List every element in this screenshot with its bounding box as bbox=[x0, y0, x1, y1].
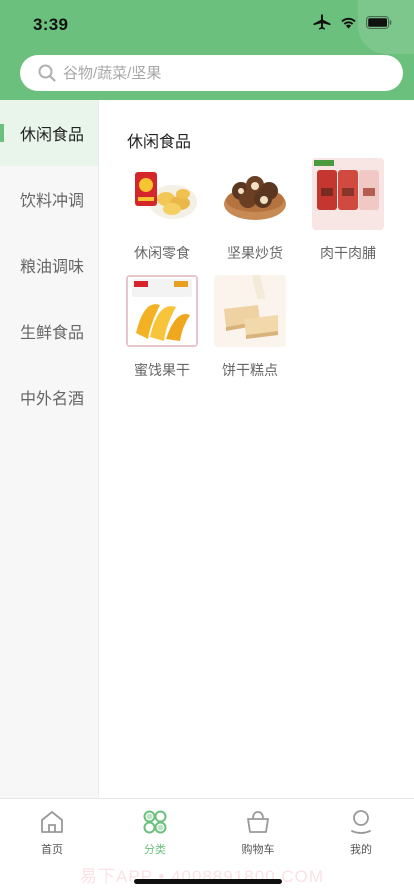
subcategory-dried-fruit[interactable]: 蜜饯果干 bbox=[125, 275, 199, 380]
subcategory-label: 坚果炒货 bbox=[227, 245, 283, 261]
wafer-image bbox=[214, 275, 286, 347]
subcategory-label: 蜜饯果干 bbox=[134, 362, 190, 378]
subcategory-snacks[interactable]: 休闲零食 bbox=[125, 158, 199, 263]
subcategory-label: 休闲零食 bbox=[134, 245, 190, 261]
search-input[interactable] bbox=[63, 64, 363, 82]
subcategory-label: 饼干糕点 bbox=[222, 362, 278, 378]
dried-mango-image bbox=[126, 275, 198, 347]
status-time: 3:39 bbox=[33, 15, 69, 34]
section-title: 休闲食品 bbox=[127, 134, 192, 151]
sidebar-item-drinks[interactable]: 饮料冲调 bbox=[0, 166, 98, 232]
sidebar-item-label: 粮油调味 bbox=[20, 259, 85, 276]
sidebar-item-fresh-food[interactable]: 生鲜食品 bbox=[0, 298, 98, 364]
category-page: 3:39 休闲食品 饮料冲调 bbox=[0, 0, 414, 896]
airplane-icon bbox=[313, 14, 331, 30]
tab-category[interactable]: 分类 bbox=[103, 809, 207, 857]
home-icon bbox=[0, 809, 104, 835]
tab-profile[interactable]: 我的 bbox=[309, 809, 413, 857]
subcategory-nuts[interactable]: 坚果炒货 bbox=[218, 158, 292, 263]
battery-icon bbox=[366, 15, 392, 29]
category-content: 休闲食品 休闲零食 坚果炒货 肉干肉脯 蜜饯果干 饼干糕点 bbox=[100, 100, 414, 798]
jerky-image bbox=[312, 158, 384, 230]
category-sidebar: 休闲食品 饮料冲调 粮油调味 生鲜食品 中外名酒 bbox=[0, 100, 99, 798]
sidebar-item-grain-oil[interactable]: 粮油调味 bbox=[0, 232, 98, 298]
sidebar-item-liquor[interactable]: 中外名酒 bbox=[0, 364, 98, 430]
sidebar-item-label: 饮料冲调 bbox=[20, 193, 85, 210]
tab-label: 首页 bbox=[41, 844, 63, 856]
chips-image bbox=[126, 158, 198, 230]
tab-label: 购物车 bbox=[241, 844, 275, 856]
search-icon bbox=[38, 64, 63, 82]
status-bar: 3:39 bbox=[0, 0, 414, 48]
user-icon bbox=[309, 809, 413, 835]
sidebar-item-label: 生鲜食品 bbox=[20, 325, 85, 342]
status-icons bbox=[313, 14, 392, 30]
tab-label: 我的 bbox=[350, 844, 372, 856]
sidebar-item-label: 中外名酒 bbox=[20, 391, 85, 408]
header: 3:39 bbox=[0, 0, 414, 100]
sidebar-item-label: 休闲食品 bbox=[20, 127, 85, 144]
subcategory-biscuits[interactable]: 饼干糕点 bbox=[213, 275, 287, 380]
tab-label: 分类 bbox=[144, 844, 166, 856]
sidebar-item-snacks[interactable]: 休闲食品 bbox=[0, 100, 98, 166]
search-box[interactable] bbox=[20, 55, 403, 91]
tab-cart[interactable]: 购物车 bbox=[206, 809, 310, 857]
subcategory-label: 肉干肉脯 bbox=[320, 245, 376, 261]
tab-home[interactable]: 首页 bbox=[0, 809, 104, 857]
wifi-icon bbox=[340, 16, 357, 29]
macadamia-image bbox=[219, 158, 291, 230]
home-indicator bbox=[134, 879, 282, 884]
subcategory-jerky[interactable]: 肉干肉脯 bbox=[311, 158, 385, 263]
category-icon bbox=[103, 809, 207, 835]
basket-icon bbox=[206, 809, 310, 835]
